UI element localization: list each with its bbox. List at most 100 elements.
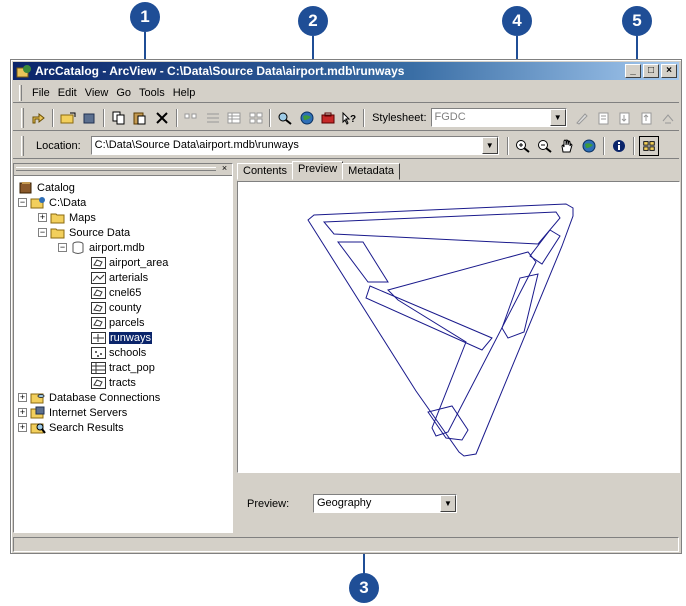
toolbar-separator <box>175 108 178 127</box>
tree-item-runways-selected[interactable]: runways <box>90 330 152 345</box>
import-metadata-icon[interactable] <box>616 108 635 128</box>
tree-item-database-connections[interactable]: + Database Connections <box>18 390 160 405</box>
expand-icon[interactable]: + <box>18 408 27 417</box>
close-button[interactable]: × <box>661 64 677 78</box>
collapse-icon[interactable]: − <box>38 228 47 237</box>
collapse-icon[interactable]: − <box>58 243 67 252</box>
expand-icon[interactable]: + <box>18 393 27 402</box>
tree-label: Search Results <box>49 421 124 434</box>
toolbar-grip[interactable] <box>21 107 24 128</box>
callout-5: 5 <box>622 6 652 36</box>
whats-this-icon[interactable]: ? <box>340 108 359 128</box>
menu-edit[interactable]: Edit <box>54 87 81 99</box>
tree-label: airport_area <box>109 256 169 269</box>
expand-icon[interactable]: + <box>18 423 27 432</box>
list-view-icon[interactable] <box>203 108 222 128</box>
tab-contents[interactable]: Contents <box>237 163 294 180</box>
toolbar-separator <box>52 108 55 127</box>
thumbnails-icon[interactable] <box>246 108 265 128</box>
preview-type-select[interactable]: Geography ▼ <box>313 494 457 513</box>
expand-icon[interactable]: + <box>38 213 47 222</box>
tree-item-c-data[interactable]: − C:\Data <box>18 195 86 210</box>
up-one-level-icon[interactable] <box>29 108 48 128</box>
copy-icon[interactable] <box>109 108 128 128</box>
menu-grip[interactable] <box>19 84 22 101</box>
zoom-in-icon[interactable] <box>513 136 533 156</box>
database-icon <box>70 241 86 255</box>
preview-canvas[interactable] <box>237 181 680 473</box>
toolbar-separator <box>269 108 272 127</box>
minimize-button[interactable]: _ <box>625 64 641 78</box>
connect-folder-icon[interactable] <box>58 108 77 128</box>
chevron-down-icon[interactable]: ▼ <box>481 137 498 154</box>
tree-item-internet-servers[interactable]: + Internet Servers <box>18 405 127 420</box>
tab-metadata[interactable]: Metadata <box>342 163 401 180</box>
runway-inner-left <box>337 241 389 283</box>
location-bar: Location: C:\Data\Source Data\airport.md… <box>13 133 679 159</box>
database-connections-icon <box>30 391 46 405</box>
callout-4: 4 <box>502 6 532 36</box>
arctoolbox-icon[interactable] <box>318 108 337 128</box>
tree-item-search-results[interactable]: + Search Results <box>18 420 124 435</box>
tree-item-layer[interactable]: parcels <box>90 315 144 330</box>
collapse-icon[interactable]: − <box>18 198 27 207</box>
tree-item-catalog[interactable]: Catalog <box>18 180 75 195</box>
delete-icon[interactable] <box>152 108 171 128</box>
tree-item-layer[interactable]: arterials <box>90 270 148 285</box>
chevron-down-icon[interactable]: ▼ <box>549 109 566 126</box>
tree-label: Internet Servers <box>49 406 128 419</box>
tree-label: C:\Data <box>49 196 87 209</box>
window-title: ArcCatalog - ArcView - C:\Data\Source Da… <box>35 64 405 78</box>
toolbar-separator <box>506 136 509 155</box>
pan-icon[interactable] <box>557 136 577 156</box>
title-bar[interactable]: ArcCatalog - ArcView - C:\Data\Source Da… <box>13 62 679 80</box>
tab-preview[interactable]: Preview <box>292 161 344 180</box>
full-extent-icon[interactable] <box>579 136 599 156</box>
create-thumbnail-icon[interactable] <box>638 135 659 156</box>
details-view-icon[interactable] <box>224 108 243 128</box>
identify-icon[interactable] <box>609 136 629 156</box>
menu-file[interactable]: File <box>28 87 54 99</box>
internet-servers-icon <box>30 406 46 420</box>
maximize-button[interactable]: □ <box>643 64 659 78</box>
tree-item-layer[interactable]: schools <box>90 345 146 360</box>
tree-label: Source Data <box>69 226 131 239</box>
content-pane: Contents Preview Metadata Preview: Geogr… <box>237 161 680 533</box>
search-icon[interactable] <box>275 108 294 128</box>
tree-item-airport-mdb[interactable]: − airport.mdb <box>58 240 145 255</box>
runway-inner-right <box>501 273 539 339</box>
stylesheet-select[interactable]: FGDC ▼ <box>430 108 567 127</box>
runways-geography <box>307 203 574 457</box>
menu-go[interactable]: Go <box>112 87 135 99</box>
runway-inner-middle <box>365 285 493 351</box>
zoom-out-icon[interactable] <box>535 136 555 156</box>
menu-tools[interactable]: Tools <box>135 87 169 99</box>
menu-view[interactable]: View <box>81 87 113 99</box>
tree-item-source-data[interactable]: − Source Data <box>38 225 130 240</box>
menu-bar: File Edit View Go Tools Help <box>13 83 679 103</box>
metadata-properties-icon[interactable] <box>594 108 613 128</box>
tree-label: tract_pop <box>109 361 155 374</box>
update-metadata-icon[interactable] <box>659 108 678 128</box>
tree-item-layer[interactable]: cnel65 <box>90 285 141 300</box>
edit-metadata-icon[interactable] <box>573 108 592 128</box>
location-grip[interactable] <box>21 135 24 156</box>
menu-help[interactable]: Help <box>169 87 200 99</box>
tree-item-layer[interactable]: tract_pop <box>90 360 155 375</box>
chevron-down-icon[interactable]: ▼ <box>440 495 456 512</box>
location-input[interactable]: C:\Data\Source Data\airport.mdb\runways … <box>90 136 499 155</box>
tree-label: tracts <box>109 376 136 389</box>
close-icon[interactable]: × <box>219 164 230 174</box>
catalog-icon <box>18 181 34 195</box>
folder-icon <box>50 211 66 225</box>
export-metadata-icon[interactable] <box>637 108 656 128</box>
tree-item-layer[interactable]: airport_area <box>90 255 168 270</box>
large-icons-icon[interactable] <box>182 108 201 128</box>
polygon-feature-class-icon <box>90 316 106 330</box>
tree-item-layer[interactable]: tracts <box>90 375 136 390</box>
launch-arcmap-icon[interactable] <box>297 108 316 128</box>
tree-item-layer[interactable]: county <box>90 300 141 315</box>
disconnect-folder-icon[interactable] <box>80 108 99 128</box>
paste-icon[interactable] <box>131 108 150 128</box>
tree-item-maps[interactable]: + Maps <box>38 210 96 225</box>
